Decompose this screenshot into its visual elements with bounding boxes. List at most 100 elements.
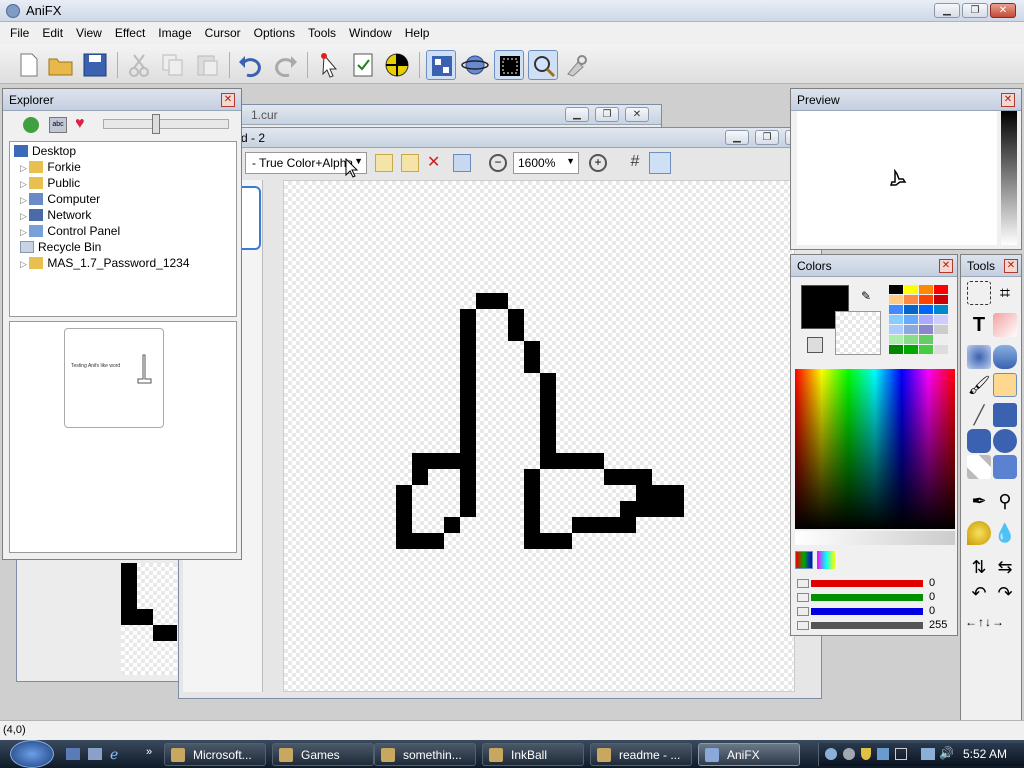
brush-tool[interactable]: 🖌 (967, 373, 991, 397)
delete-frame-icon[interactable]: ✕ (427, 152, 440, 172)
colors-close-button[interactable]: ✕ (939, 259, 953, 273)
test-button[interactable] (382, 50, 412, 80)
menu-file[interactable]: File (0, 22, 35, 40)
expand-icon[interactable]: ▷ (20, 211, 29, 221)
rgb-mode-icon[interactable] (795, 551, 813, 569)
frame-add-icon[interactable] (375, 154, 393, 172)
fill-tool[interactable] (967, 345, 991, 369)
copy-button[interactable] (158, 50, 188, 80)
preview-background-bar[interactable] (1001, 111, 1017, 245)
palette-swatch[interactable] (919, 285, 933, 294)
slider-thumb[interactable] (152, 114, 160, 134)
background-close-button[interactable]: ✕ (625, 107, 649, 122)
rotate-right-tool[interactable]: ↷ (993, 581, 1017, 605)
palette-swatch[interactable] (919, 295, 933, 304)
palette-swatch[interactable] (934, 345, 948, 354)
cut-button[interactable] (124, 50, 154, 80)
minimize-button[interactable]: ▁ (934, 3, 960, 18)
explorer-close-button[interactable]: ✕ (221, 93, 235, 107)
blur-tool[interactable] (993, 455, 1017, 479)
tray-app-icon[interactable] (825, 748, 837, 760)
rounded-rect-tool[interactable] (967, 429, 991, 453)
close-button[interactable]: ✕ (990, 3, 1016, 18)
start-button[interactable] (10, 740, 54, 768)
tree-item-mas-folder[interactable]: ▷ MAS_1.7_Password_1234 (20, 256, 190, 272)
channel-thumb[interactable] (797, 579, 809, 588)
expand-icon[interactable]: ▷ (20, 179, 29, 189)
tree-item-computer[interactable]: ▷ Computer (20, 192, 100, 208)
thumbnail-size-slider[interactable] (103, 114, 229, 134)
secondary-color-swatch[interactable] (835, 311, 881, 355)
text-tool[interactable]: T (967, 313, 991, 337)
zoom-in-icon[interactable]: + (589, 154, 607, 172)
save-button[interactable] (80, 50, 110, 80)
palette-swatch[interactable] (919, 325, 933, 334)
palette-swatch[interactable] (919, 305, 933, 314)
palette-swatch[interactable] (904, 305, 918, 314)
menu-image[interactable]: Image (151, 22, 197, 40)
pencil-tool[interactable] (993, 373, 1017, 397)
volume-icon[interactable]: 🔊 (939, 746, 954, 760)
tree-item-control-panel[interactable]: ▷ Control Panel (20, 224, 120, 240)
view-mode-button[interactable] (426, 50, 456, 80)
drop-tool[interactable]: 💧 (993, 521, 1017, 545)
show-desktop-icon[interactable] (66, 748, 80, 760)
palette-swatch[interactable] (889, 295, 903, 304)
eyedropper-small-icon[interactable]: ✎ (861, 289, 871, 303)
palette-swatch[interactable] (919, 345, 933, 354)
channel-slider-alpha[interactable]: 255 (795, 619, 955, 633)
palette-swatch[interactable] (889, 335, 903, 344)
tree-item-recycle-bin[interactable]: Recycle Bin (20, 240, 101, 256)
favorites-icon[interactable]: ♥ (75, 115, 85, 133)
palette-swatch[interactable] (904, 315, 918, 324)
line-tool[interactable]: ╱ (967, 403, 991, 427)
document-window[interactable]: d - 2 ▁ ❐ ✕ - True Color+Alpha ▼ ✕ − 160… (178, 127, 822, 699)
taskbar-button[interactable]: AniFX (698, 743, 800, 766)
highlight-tool[interactable] (967, 521, 991, 545)
tray-display-icon[interactable] (895, 748, 907, 760)
hotspot-button[interactable] (314, 50, 344, 80)
undo-button[interactable] (236, 50, 266, 80)
tree-item-forkie[interactable]: ▷ Forkie (20, 160, 81, 176)
menu-options[interactable]: Options (247, 22, 301, 40)
drawing-canvas[interactable] (283, 180, 795, 692)
channel-bar[interactable] (811, 608, 923, 615)
switch-windows-icon[interactable] (88, 748, 102, 760)
background-canvas[interactable] (121, 563, 177, 675)
menu-tools[interactable]: Tools (301, 22, 342, 40)
taskbar-button[interactable]: Games (272, 743, 374, 766)
tools-close-button[interactable]: ✕ (1004, 259, 1018, 273)
check-button[interactable] (348, 50, 378, 80)
palette-swatch[interactable] (934, 335, 948, 344)
menu-edit[interactable]: Edit (35, 22, 69, 40)
zoom-tool[interactable]: ⚲ (993, 489, 1017, 513)
rename-icon[interactable]: abc (49, 117, 67, 133)
palette-swatch[interactable] (889, 315, 903, 324)
globe-button[interactable] (460, 50, 490, 80)
redo-button[interactable] (270, 50, 300, 80)
channel-slider-blue[interactable]: 0 (795, 605, 955, 619)
palette-swatch[interactable] (904, 335, 918, 344)
zoom-tool-button[interactable] (528, 50, 558, 80)
expand-icon[interactable]: ▷ (20, 163, 29, 173)
security-shield-icon[interactable] (861, 748, 871, 760)
channel-bar[interactable] (811, 622, 923, 629)
background-maximize-button[interactable]: ❐ (595, 107, 619, 122)
channel-thumb[interactable] (797, 607, 809, 616)
palette-swatch[interactable] (904, 345, 918, 354)
menu-cursor[interactable]: Cursor (198, 22, 247, 40)
expand-icon[interactable]: ▷ (20, 259, 29, 269)
tree-item-network[interactable]: ▷ Network (20, 208, 91, 224)
channel-thumb[interactable] (797, 621, 809, 630)
expand-icon[interactable]: ▷ (20, 195, 29, 205)
crop-tool[interactable]: ⌗ (993, 281, 1017, 305)
menu-window[interactable]: Window (342, 22, 398, 40)
taskbar-button[interactable]: InkBall (482, 743, 584, 766)
palette-swatch[interactable] (934, 285, 948, 294)
palette-swatch[interactable] (919, 335, 933, 344)
flip-horizontal-tool[interactable]: ⇆ (993, 555, 1017, 579)
open-button[interactable] (46, 50, 76, 80)
palette-swatch[interactable] (934, 315, 948, 324)
menu-effect[interactable]: Effect (108, 22, 151, 40)
paste-button[interactable] (192, 50, 222, 80)
